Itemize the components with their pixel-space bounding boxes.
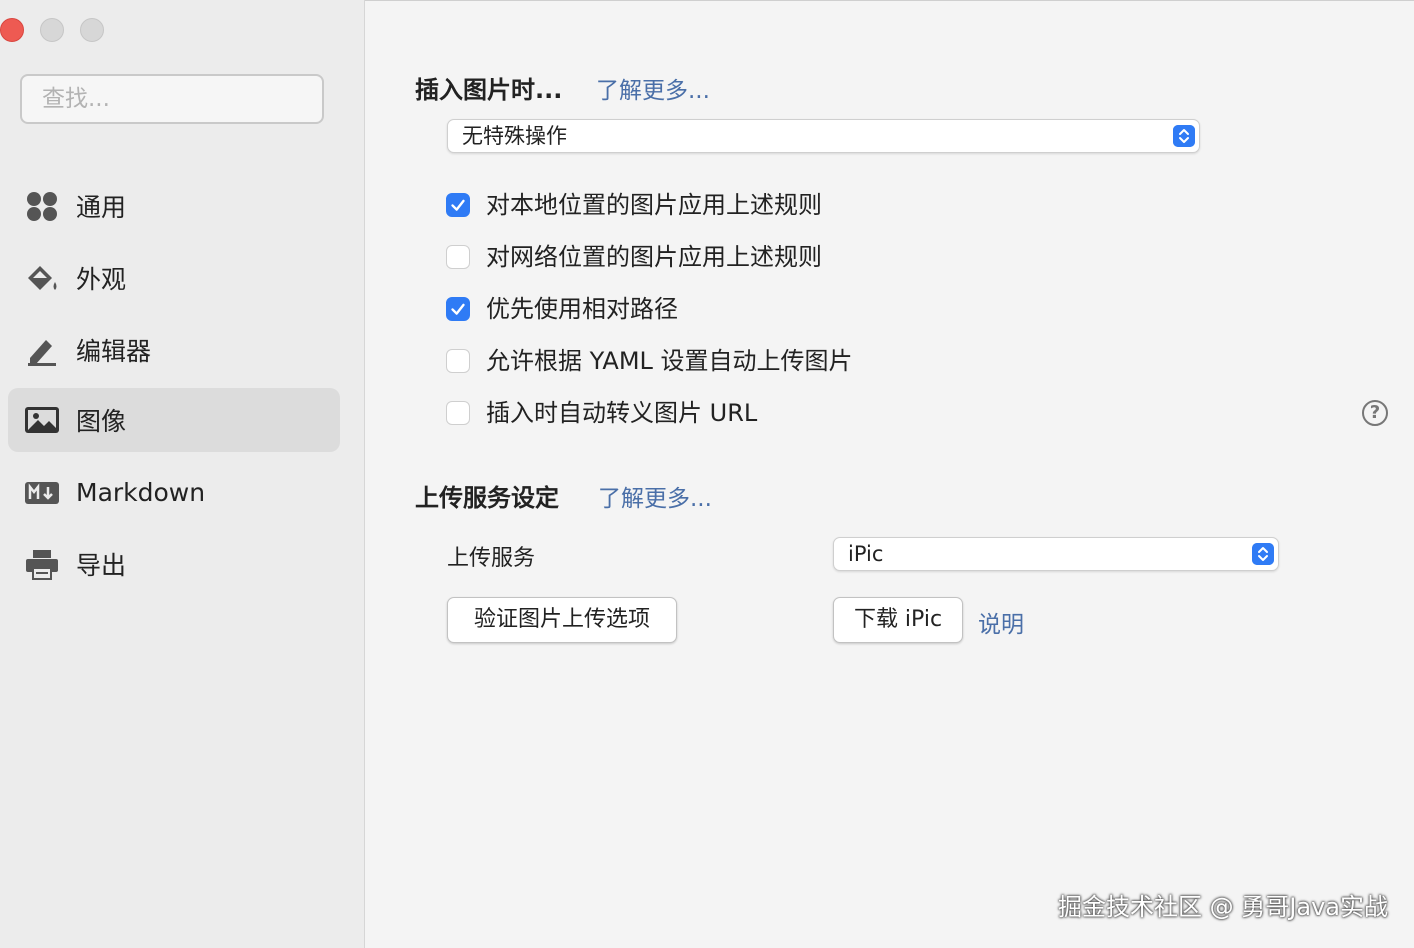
checkbox-label: 允许根据 YAML 设置自动上传图片 <box>486 347 853 375</box>
grid-circles-icon <box>27 192 57 221</box>
sidebar-item-markdown[interactable]: Markdown <box>8 460 340 524</box>
watermark: 掘金技术社区 @ 勇哥Java实战 <box>1058 893 1388 921</box>
upload-learn-more-link[interactable]: 了解更多... <box>598 479 712 513</box>
upload-service-label: 上传服务 <box>447 546 536 571</box>
sidebar-item-label: 编辑器 <box>76 337 152 366</box>
learn-more-link[interactable]: 了解更多... <box>596 71 710 105</box>
sidebar-item-label: 通用 <box>76 193 127 222</box>
checkbox-unchecked[interactable] <box>446 349 470 373</box>
checkbox-checked-icon[interactable] <box>446 297 470 321</box>
sidebar: 通用 外观 编辑器 图像 Markdown <box>0 0 365 948</box>
pencil-icon <box>28 340 56 366</box>
select-value: 无特殊操作 <box>462 124 567 148</box>
sidebar-item-general[interactable]: 通用 <box>8 174 340 238</box>
sidebar-item-label: 外观 <box>76 265 127 294</box>
sidebar-item-export[interactable]: 导出 <box>8 532 340 596</box>
sidebar-item-editor[interactable]: 编辑器 <box>8 318 340 382</box>
chevron-up-down-icon <box>1252 543 1274 565</box>
checkbox-label: 对网络位置的图片应用上述规则 <box>486 243 822 271</box>
printer-icon <box>26 550 58 580</box>
search-input[interactable] <box>20 74 324 124</box>
markdown-icon <box>25 482 59 504</box>
select-value: iPic <box>848 542 884 566</box>
zoom-window-button[interactable] <box>80 18 104 42</box>
insert-action-select[interactable]: 无特殊操作 <box>447 119 1200 153</box>
verify-upload-button[interactable]: 验证图片上传选项 <box>447 597 677 643</box>
image-icon <box>25 407 59 433</box>
sidebar-item-label: 导出 <box>76 551 127 580</box>
preferences-content: 插入图片时... 了解更多... 无特殊操作 对本地位置的图片应用上述规则 对网… <box>366 0 1414 948</box>
explain-link[interactable]: 说明 <box>978 605 1024 639</box>
close-window-button[interactable] <box>0 18 24 42</box>
chevron-up-down-icon <box>1173 125 1195 147</box>
question-circle-icon[interactable]: ? <box>1362 400 1388 426</box>
checkbox-label: 对本地位置的图片应用上述规则 <box>486 191 822 219</box>
download-ipic-button[interactable]: 下载 iPic <box>833 597 963 643</box>
checkbox-unchecked[interactable] <box>446 245 470 269</box>
checkbox-label: 优先使用相对路径 <box>486 295 678 323</box>
upload-section-title: 上传服务设定 <box>415 484 559 512</box>
paint-bucket-icon <box>28 266 57 290</box>
checkbox-unchecked[interactable] <box>446 401 470 425</box>
checkbox-label: 插入时自动转义图片 URL <box>486 399 758 427</box>
sidebar-item-image[interactable]: 图像 <box>8 388 340 452</box>
sidebar-item-label: Markdown <box>76 477 206 507</box>
sidebar-item-appearance[interactable]: 外观 <box>8 246 340 310</box>
upload-service-select[interactable]: iPic <box>833 537 1279 571</box>
sidebar-item-label: 图像 <box>76 407 127 436</box>
checkbox-checked-icon[interactable] <box>446 193 470 217</box>
minimize-window-button[interactable] <box>40 18 64 42</box>
insert-section-title: 插入图片时... <box>415 76 563 104</box>
